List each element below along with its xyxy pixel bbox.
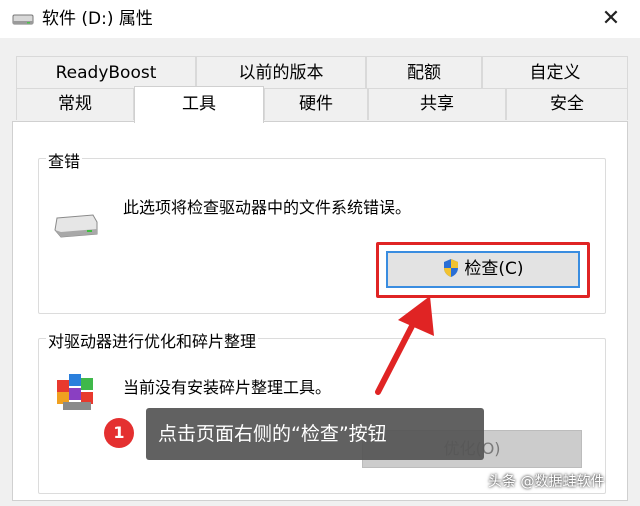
tab-general[interactable]: 常规 [16, 88, 134, 120]
drive-icon [12, 14, 34, 25]
step-badge: 1 [104, 418, 134, 448]
defrag-icon [57, 374, 93, 410]
optimize-group-title: 对驱动器进行优化和碎片整理 [46, 328, 259, 352]
title-bar: 软件 (D:) 属性 ✕ [0, 0, 640, 38]
optimize-description: 当前没有安装碎片整理工具。 [123, 378, 332, 397]
tab-quota[interactable]: 配额 [366, 56, 482, 88]
error-check-group-title: 查错 [46, 148, 83, 172]
error-check-description: 此选项将检查驱动器中的文件系统错误。 [123, 198, 412, 217]
tab-customize[interactable]: 自定义 [482, 56, 628, 88]
instruction-callout: 点击页面右侧的“检查”按钮 [146, 408, 484, 460]
tab-security[interactable]: 安全 [506, 88, 628, 120]
pointer-arrow-icon [375, 296, 434, 395]
tab-previous-versions[interactable]: 以前的版本 [196, 56, 366, 88]
tab-sharing[interactable]: 共享 [368, 88, 506, 120]
tab-readyboost[interactable]: ReadyBoost [16, 56, 196, 88]
tab-hardware[interactable]: 硬件 [264, 88, 368, 120]
tab-tools[interactable]: 工具 [134, 86, 264, 123]
hard-drive-icon [54, 214, 98, 238]
close-button[interactable]: ✕ [596, 6, 626, 32]
window-title: 软件 (D:) 属性 [42, 9, 153, 29]
watermark: 头条 @数据蛙软件 [488, 474, 605, 490]
